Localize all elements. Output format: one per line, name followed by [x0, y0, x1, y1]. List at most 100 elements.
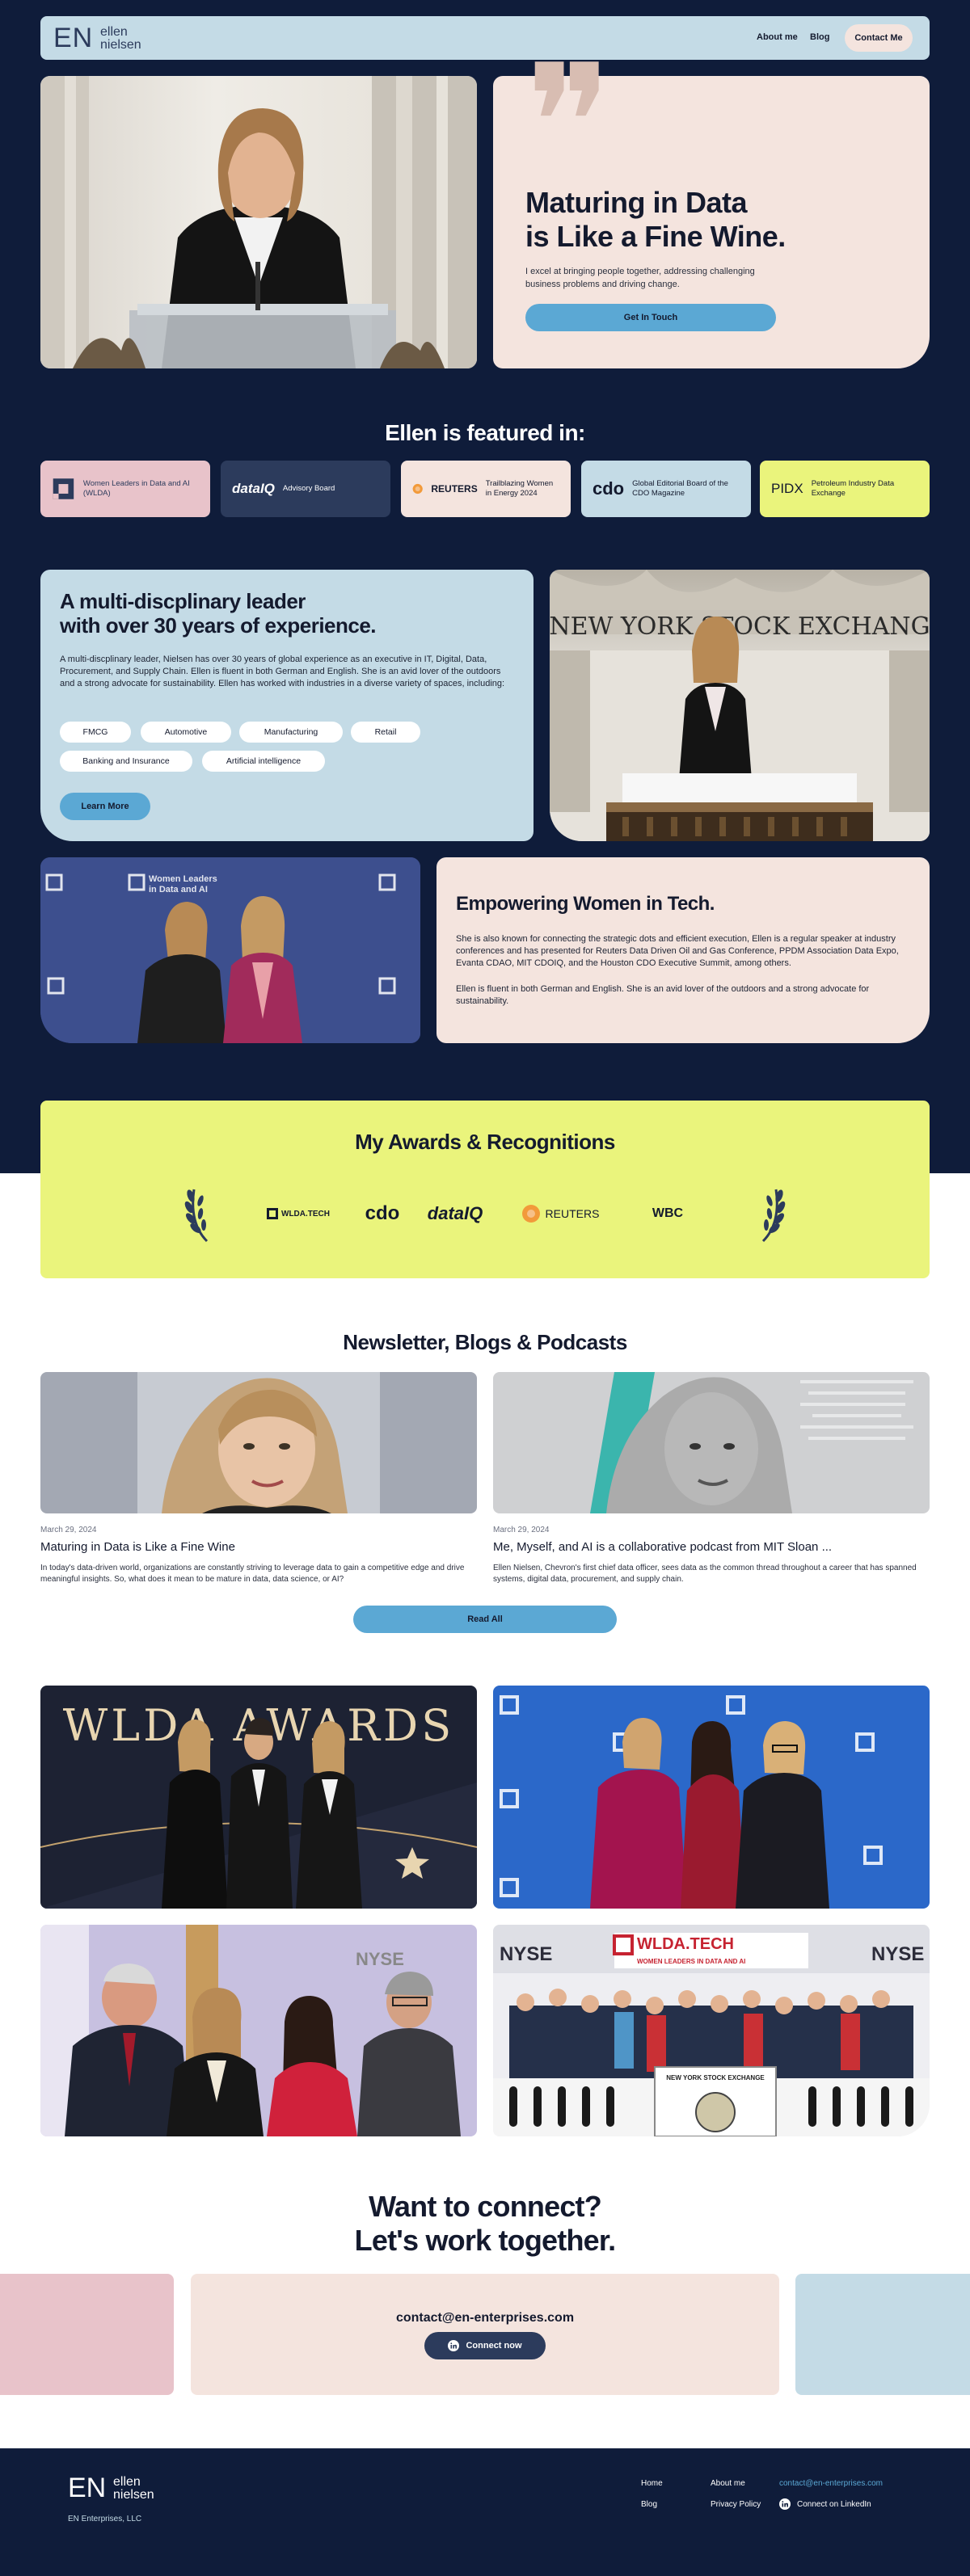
leader-description: A multi-discplinary leader, Nielsen has … — [60, 655, 505, 688]
hero-description: I excel at bringing people together, add… — [525, 267, 755, 289]
news-post-2-excerpt: Ellen Nielsen, Chevron's first chief dat… — [493, 1564, 917, 1584]
footer-logo-line-2: nielsen — [113, 2488, 154, 2502]
award-logo-reuters: REUTERS — [516, 1199, 605, 1228]
wlda-logo-icon — [53, 478, 74, 499]
featured-card-cdo[interactable]: cdo Global Editorial Board of the CDO Ma… — [581, 461, 751, 517]
wlda-event-photo: Women Leaders in Data and AI — [40, 857, 420, 1043]
nav-link-about[interactable]: About me — [757, 32, 798, 42]
news-post-2-title[interactable]: Me, Myself, and AI is a collaborative po… — [493, 1540, 930, 1554]
connect-now-button[interactable]: Connect now — [424, 2332, 546, 2359]
pidx-logo: PIDX — [771, 481, 803, 496]
empower-paragraph-2: Ellen is fluent in both German and Engli… — [456, 984, 870, 1006]
cdo-logo: cdo — [593, 478, 625, 499]
nav-link-blog[interactable]: Blog — [810, 32, 829, 42]
footer-link-home[interactable]: Home — [641, 2479, 663, 2488]
hero-photo — [40, 76, 477, 368]
award-logo-reuters-text: REUTERS — [545, 1207, 600, 1220]
award-logo-dataiq: dataIQ — [427, 1203, 483, 1223]
reuters-logo-icon — [412, 483, 423, 495]
footer-logo-text[interactable]: ellen nielsen — [113, 2476, 154, 2502]
footer-logo-mark[interactable]: EN — [68, 2473, 106, 2503]
connect-title: Want to connect? Let's work together. — [0, 2190, 970, 2258]
featured-card-pidx[interactable]: PIDX Petroleum Industry Data Exchange — [760, 461, 930, 517]
footer-logo-line-1: ellen — [113, 2475, 141, 2489]
laurel-right-icon — [761, 1189, 786, 1243]
connect-title-line-1: Want to connect? — [369, 2190, 602, 2223]
empower-title: Empowering Women in Tech. — [456, 893, 715, 915]
wlda-tech-sub: WOMEN LEADERS IN DATA AND AI — [637, 1958, 745, 1965]
footer: EN ellen nielsen EN Enterprises, LLC Hom… — [0, 2448, 970, 2576]
connect-title-line-2: Let's work together. — [354, 2224, 616, 2257]
news-post-2-image[interactable] — [493, 1372, 930, 1513]
featured-card-dataiq[interactable]: dataIQ Advisory Board — [221, 461, 390, 517]
footer-linkedin-label: Connect on LinkedIn — [797, 2499, 871, 2509]
dataiq-logo: dataIQ — [232, 481, 275, 496]
featured-text-wlda: Women Leaders in Data and AI (WLDA) — [82, 479, 190, 498]
news-post-1-image[interactable] — [40, 1372, 477, 1513]
featured-card-wlda[interactable]: Women Leaders in Data and AI (WLDA) — [40, 461, 210, 517]
leader-title-line-2: with over 30 years of experience. — [60, 613, 377, 638]
nyse-right-text: NYSE — [871, 1943, 924, 1965]
logo-mark[interactable]: EN — [53, 23, 93, 53]
connect-now-label: Connect now — [466, 2341, 522, 2351]
award-logo-wbc: WBC — [652, 1206, 684, 1220]
quote-mark-icon: ❞ — [525, 30, 613, 218]
featured-text-cdo: Global Editorial Board of the CDO Magazi… — [632, 479, 728, 498]
top-navbar: EN ellen nielsen About me Blog Contact M… — [40, 16, 930, 60]
footer-linkedin[interactable]: Connect on LinkedIn — [779, 2498, 871, 2510]
reuters-icon — [521, 1205, 540, 1223]
tag-fmcg: FMCG — [60, 722, 131, 743]
wlda-tech-text: WLDA.TECH — [637, 1935, 734, 1953]
gallery-photo-wlda-banner — [493, 1686, 930, 1909]
footer-email[interactable]: contact@en-enterprises.com — [779, 2479, 883, 2488]
featured-text-reuters: Trailblazing Women in Energy 2024 — [485, 479, 554, 498]
news-post-1-date: March 29, 2024 — [40, 1526, 97, 1534]
laurel-left-icon — [184, 1189, 209, 1243]
leader-title: A multi-discplinary leader with over 30 … — [60, 589, 464, 638]
read-all-button[interactable]: Read All — [353, 1606, 617, 1633]
footer-link-about[interactable]: About me — [711, 2479, 745, 2488]
awards-title: My Awards & Recognitions — [355, 1130, 615, 1154]
leader-title-line-1: A multi-discplinary leader — [60, 589, 306, 613]
news-post-1-excerpt: In today's data-driven world, organizati… — [40, 1564, 465, 1584]
banner-text-2: in Data and AI — [149, 885, 208, 894]
logo-line-2: nielsen — [100, 38, 141, 52]
empower-card: Empowering Women in Tech. She is also kn… — [436, 857, 930, 1043]
contact-me-button[interactable]: Contact Me — [845, 24, 913, 52]
footer-linkedin-icon — [779, 2498, 791, 2510]
award-logo-cdo: cdo — [365, 1202, 400, 1224]
logo-line-1: ellen — [100, 25, 128, 39]
banner-text-1: Women Leaders — [149, 874, 217, 884]
footer-link-privacy[interactable]: Privacy Policy — [711, 2500, 761, 2509]
award-logo-wlda: WLDA.TECH — [254, 1199, 343, 1228]
news-post-2-date: March 29, 2024 — [493, 1526, 550, 1534]
footer-link-blog[interactable]: Blog — [641, 2500, 657, 2509]
gallery-photo-nyse-bell: NYSE NYSE WLDA.TECH WOMEN LEADERS IN DAT… — [493, 1925, 930, 2136]
news-post-1-title[interactable]: Maturing in Data is Like a Fine Wine — [40, 1540, 477, 1554]
news-section-title: Newsletter, Blogs & Podcasts — [343, 1330, 627, 1354]
nyse-photo: NEW YORK STOCK EXCHANG — [550, 570, 930, 841]
leader-card: A multi-discplinary leader with over 30 … — [40, 570, 534, 841]
featured-card-reuters[interactable]: REUTERS Trailblazing Women in Energy 202… — [401, 461, 571, 517]
logo-text[interactable]: ellen nielsen — [100, 26, 141, 52]
tag-retail: Retail — [351, 722, 420, 743]
tag-automotive: Automotive — [141, 722, 231, 743]
featured-title: Ellen is featured in: — [385, 420, 585, 445]
empower-paragraph-1: She is also known for connecting the str… — [456, 934, 899, 968]
featured-text-dataiq: Advisory Board — [282, 484, 335, 493]
awards-card: My Awards & Recognitions WLDA.TECH cdo d… — [40, 1101, 930, 1278]
gallery-photo-wlda-awards: WLDA AWARDS — [40, 1686, 477, 1909]
hero-title-line-2: is Like a Fine Wine. — [525, 220, 786, 253]
connect-card: contact@en-enterprises.com Connect now — [191, 2274, 779, 2395]
contact-email[interactable]: contact@en-enterprises.com — [191, 2311, 779, 2326]
get-in-touch-button[interactable]: Get In Touch — [525, 304, 776, 331]
hero-card: ❞ Maturing in Data is Like a Fine Wine. … — [493, 44, 930, 368]
reuters-logo-text: REUTERS — [431, 483, 478, 495]
connect-deco-left — [0, 2274, 174, 2395]
award-logo-wlda-text: WLDA.TECH — [281, 1209, 330, 1219]
nyse-sign-text: NEW YORK STOCK EXCHANG — [550, 612, 930, 641]
learn-more-button[interactable]: Learn More — [60, 793, 150, 820]
tag-manufacturing: Manufacturing — [239, 722, 343, 743]
nyse-left-text: NYSE — [500, 1943, 552, 1965]
connect-deco-right — [795, 2274, 970, 2395]
